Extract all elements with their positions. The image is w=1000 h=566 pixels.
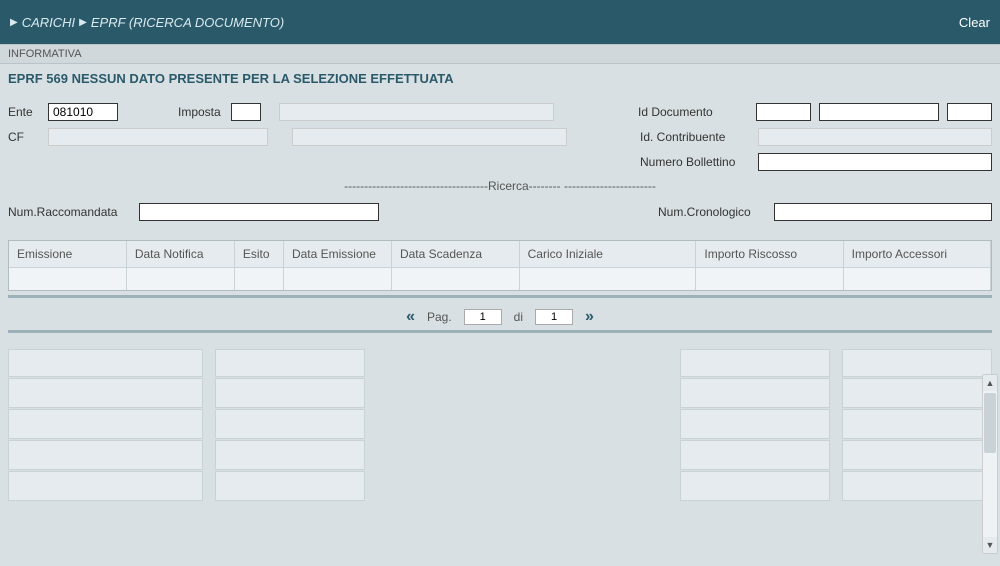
last-page-button[interactable]: »	[585, 308, 594, 326]
col-emissione[interactable]: Emissione	[9, 241, 127, 268]
scrollbar-thumb[interactable]	[984, 393, 996, 453]
panel-row	[680, 440, 830, 470]
pager-pag-label: Pag.	[427, 310, 452, 324]
num-cronologico-input[interactable]	[774, 203, 992, 221]
id-documento-input-1[interactable]	[756, 103, 811, 121]
cf-readonly-2	[292, 128, 567, 146]
table-row	[9, 268, 991, 290]
panel-row	[8, 440, 203, 470]
id-contribuente-readonly	[758, 128, 992, 146]
panel-row	[8, 349, 203, 377]
breadcrumb-item-2[interactable]: EPRF (RICERCA DOCUMENTO)	[91, 15, 284, 30]
alert-message: EPRF 569 NESSUN DATO PRESENTE PER LA SEL…	[0, 64, 1000, 93]
panel-row	[680, 378, 830, 408]
panel-row	[215, 378, 365, 408]
search-form: Ente Imposta Id Documento CF Id. Contrib…	[0, 93, 1000, 232]
chevron-right-icon: ▶	[10, 17, 18, 28]
id-documento-input-3[interactable]	[947, 103, 992, 121]
imposta-desc-readonly	[279, 103, 554, 121]
panel-row	[215, 440, 365, 470]
panel-row	[215, 471, 365, 501]
first-page-button[interactable]: «	[406, 308, 415, 326]
num-raccomandata-input[interactable]	[139, 203, 379, 221]
num-raccomandata-label: Num.Raccomandata	[8, 205, 133, 219]
panel-row	[842, 349, 992, 377]
panel-row	[680, 409, 830, 439]
chevron-right-icon: ▶	[79, 17, 87, 28]
panel-row	[8, 409, 203, 439]
header-bar: ▶ CARICHI ▶ EPRF (RICERCA DOCUMENTO) Cle…	[0, 0, 1000, 44]
pager-di-label: di	[514, 310, 523, 324]
panel-row	[842, 471, 992, 501]
panel-row	[680, 349, 830, 377]
cf-readonly-1	[48, 128, 268, 146]
section-title: INFORMATIVA	[0, 44, 1000, 64]
id-documento-label: Id Documento	[638, 105, 748, 119]
breadcrumb: ▶ CARICHI ▶ EPRF (RICERCA DOCUMENTO)	[10, 15, 284, 30]
detail-panels	[0, 337, 1000, 514]
col-data-scadenza[interactable]: Data Scadenza	[392, 241, 520, 268]
numero-bollettino-label: Numero Bollettino	[640, 155, 750, 169]
divider	[8, 295, 992, 298]
imposta-label: Imposta	[178, 105, 221, 119]
col-importo-riscosso[interactable]: Importo Riscosso	[696, 241, 843, 268]
breadcrumb-item-1[interactable]: CARICHI	[22, 15, 75, 30]
ricerca-separator: ------------------------------------Rice…	[8, 179, 992, 193]
current-page-input[interactable]	[464, 309, 502, 325]
panel-row	[842, 440, 992, 470]
panel-row	[8, 471, 203, 501]
numero-bollettino-input[interactable]	[758, 153, 992, 171]
imposta-input[interactable]	[231, 103, 261, 121]
ente-label: Ente	[8, 105, 38, 119]
panel-row	[215, 349, 365, 377]
panel-row	[842, 409, 992, 439]
col-data-notifica[interactable]: Data Notifica	[127, 241, 235, 268]
num-cronologico-label: Num.Cronologico	[658, 205, 768, 219]
vertical-scrollbar[interactable]: ▲ ▼	[982, 374, 998, 554]
total-pages-readonly	[535, 309, 573, 325]
cf-label: CF	[8, 130, 38, 144]
col-carico-iniziale[interactable]: Carico Iniziale	[520, 241, 697, 268]
scroll-down-arrow-icon[interactable]: ▼	[983, 537, 997, 553]
id-contribuente-label: Id. Contribuente	[640, 130, 750, 144]
ente-input[interactable]	[48, 103, 118, 121]
panel-row	[215, 409, 365, 439]
panel-row	[680, 471, 830, 501]
scroll-up-arrow-icon[interactable]: ▲	[983, 375, 997, 391]
divider	[8, 330, 992, 333]
panel-row	[842, 378, 992, 408]
col-importo-accessori[interactable]: Importo Accessori	[844, 241, 991, 268]
pager: « Pag. di »	[0, 308, 1000, 326]
col-esito[interactable]: Esito	[235, 241, 284, 268]
col-data-emissione[interactable]: Data Emissione	[284, 241, 392, 268]
results-table: Emissione Data Notifica Esito Data Emiss…	[8, 240, 992, 291]
panel-row	[8, 378, 203, 408]
clear-link[interactable]: Clear	[959, 15, 990, 30]
id-documento-input-2[interactable]	[819, 103, 939, 121]
